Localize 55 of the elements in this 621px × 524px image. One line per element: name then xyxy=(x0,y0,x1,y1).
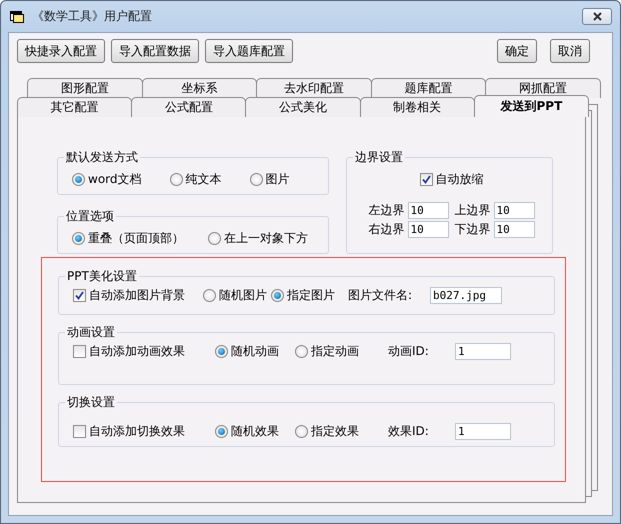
toolbar-button[interactable]: 导入配置数据 xyxy=(111,39,199,63)
radio-option[interactable]: 在上一对象下方 xyxy=(208,230,308,247)
field-label: 图片文件名: xyxy=(348,287,414,304)
checkbox-option[interactable]: 自动添加切换效果 xyxy=(73,423,215,440)
dialog-button[interactable]: 取消 xyxy=(550,39,590,63)
field-label: 左边界 xyxy=(368,202,404,219)
checkmark-icon xyxy=(422,175,430,184)
radio-option[interactable]: 指定动画 xyxy=(295,343,388,360)
checkbox-option[interactable]: 自动添加动画效果 xyxy=(73,343,215,360)
tab[interactable]: 公式配置 xyxy=(131,97,246,117)
field-label: 效果ID: xyxy=(388,423,430,440)
toolbar-button[interactable]: 导入题库配置 xyxy=(205,39,293,63)
tab[interactable]: 去水印配置 xyxy=(256,78,372,98)
radio-option[interactable]: 图片 xyxy=(250,171,290,188)
checkmark-icon xyxy=(75,291,84,300)
field-label: 动画ID: xyxy=(388,343,430,360)
text-field[interactable]: 10 xyxy=(408,221,448,238)
group-title: 边界设置 xyxy=(354,149,404,166)
field-label: 上边界 xyxy=(454,202,490,219)
radio-option[interactable]: word文档 xyxy=(72,171,142,188)
text-field[interactable]: 10 xyxy=(494,202,534,219)
text-field[interactable]: 10 xyxy=(408,202,448,219)
checkbox-option[interactable]: 自动放缩 xyxy=(420,171,484,188)
group-title: 默认发送方式 xyxy=(65,149,139,166)
radio-option[interactable]: 指定效果 xyxy=(295,423,388,440)
radio-option[interactable]: 指定图片 xyxy=(271,287,348,304)
radio-option[interactable]: 随机效果 xyxy=(215,423,295,440)
group-title: 位置选项 xyxy=(65,208,115,225)
tab[interactable]: 公式美化 xyxy=(245,97,361,117)
field-label: 下边界 xyxy=(454,221,490,238)
radio-option[interactable]: 重叠（页面顶部） xyxy=(72,230,184,247)
close-button[interactable] xyxy=(582,8,612,25)
window-icon xyxy=(10,10,24,22)
text-field[interactable]: b027.jpg xyxy=(430,287,502,304)
text-field[interactable]: 10 xyxy=(494,221,534,238)
dialog-button[interactable]: 确定 xyxy=(497,39,537,63)
close-icon xyxy=(592,12,602,21)
toolbar-button[interactable]: 快捷录入配置 xyxy=(17,39,105,63)
text-field[interactable]: 1 xyxy=(455,423,511,440)
tab[interactable]: 图形配置 xyxy=(27,78,143,98)
window-title: 《数学工具》用户配置 xyxy=(32,8,153,25)
tab[interactable]: 题库配置 xyxy=(370,78,486,98)
radio-option[interactable]: 随机动画 xyxy=(215,343,295,360)
tab[interactable]: 其它配置 xyxy=(17,97,132,117)
group-title: 动画设置 xyxy=(66,324,116,341)
radio-option[interactable]: 纯文本 xyxy=(170,171,222,188)
checkbox-option[interactable]: 自动添加图片背景 xyxy=(73,287,203,304)
text-field[interactable]: 1 xyxy=(455,343,511,360)
field-label: 右边界 xyxy=(368,221,404,238)
tab[interactable]: 发送到PPT xyxy=(474,95,590,117)
radio-option[interactable]: 随机图片 xyxy=(203,287,271,304)
group-title: 切换设置 xyxy=(66,394,116,411)
group-title: PPT美化设置 xyxy=(66,268,138,285)
tab[interactable]: 坐标系 xyxy=(142,78,258,98)
tab[interactable]: 制卷相关 xyxy=(360,97,475,117)
